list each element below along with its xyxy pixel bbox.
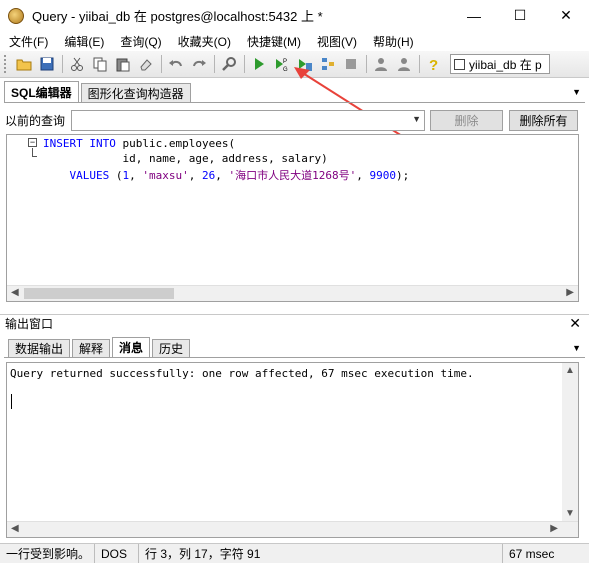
tab-list-dropdown-icon[interactable]: ▼ bbox=[572, 87, 581, 97]
commit-icon[interactable] bbox=[393, 53, 415, 75]
menu-edit[interactable]: 编辑(E) bbox=[56, 33, 112, 50]
help-icon[interactable]: ? bbox=[423, 53, 445, 75]
menu-query[interactable]: 查询(Q) bbox=[112, 33, 169, 50]
stop-icon[interactable] bbox=[340, 53, 362, 75]
status-cursor-position: 行 3，列 17，字符 91 bbox=[139, 543, 503, 563]
menu-file[interactable]: 文件(F) bbox=[0, 33, 56, 50]
execute-to-file-icon[interactable] bbox=[294, 53, 316, 75]
delete-all-button[interactable]: 删除所有 bbox=[509, 109, 578, 131]
explain-icon[interactable] bbox=[317, 53, 339, 75]
scroll-left-icon[interactable]: ◀ bbox=[11, 287, 19, 298]
scroll-left-icon[interactable]: ◀ bbox=[11, 523, 19, 534]
menu-macros[interactable]: 快捷键(M) bbox=[239, 33, 309, 50]
tab-data-output[interactable]: 数据输出 bbox=[8, 339, 71, 357]
messages-horizontal-scrollbar[interactable]: ◀ ▶ bbox=[7, 521, 578, 537]
output-tab-list-dropdown-icon[interactable]: ▼ bbox=[572, 343, 581, 353]
close-button[interactable]: ✕ bbox=[543, 0, 589, 31]
tab-sql-editor[interactable]: SQL编辑器 bbox=[4, 81, 79, 102]
status-message: 一行受到影响。 bbox=[0, 543, 95, 563]
cut-icon[interactable] bbox=[66, 53, 88, 75]
scroll-thumb[interactable] bbox=[24, 288, 174, 299]
copy-icon[interactable] bbox=[89, 53, 111, 75]
database-selector[interactable]: yiibai_db 在 p bbox=[450, 54, 550, 74]
chevron-down-icon: ▼ bbox=[412, 113, 421, 124]
tab-explain[interactable]: 解释 bbox=[72, 339, 111, 357]
code-line-1: INSERT INTO public.employees( bbox=[43, 137, 236, 150]
paste-icon[interactable] bbox=[112, 53, 134, 75]
fold-guide bbox=[32, 148, 37, 157]
sql-editor[interactable]: − INSERT INTO public.employees( id, name… bbox=[6, 134, 579, 302]
execute-pgscript-icon[interactable]: PG bbox=[271, 53, 293, 75]
tab-history[interactable]: 历史 bbox=[152, 339, 191, 357]
redo-icon[interactable] bbox=[188, 53, 210, 75]
output-tab-strip: 数据输出 解释 消息 历史 bbox=[4, 337, 585, 358]
scroll-up-icon[interactable]: ▲ bbox=[565, 365, 575, 376]
execute-icon[interactable] bbox=[248, 53, 270, 75]
previous-queries-row: 以前的查询 ▼ 删除 删除所有 bbox=[0, 108, 589, 132]
code-line-3: VALUES (1, 'maxsu', 26, '海口市人民大道1268号', … bbox=[43, 169, 410, 182]
status-bar: 一行受到影响。 DOS 行 3，列 17，字符 91 67 msec bbox=[0, 543, 589, 563]
status-execution-time: 67 msec bbox=[509, 546, 555, 561]
pgadmin-elephant-icon bbox=[8, 7, 24, 24]
svg-text:P: P bbox=[283, 59, 287, 65]
toolbar: PG ? yiibai_db 在 p bbox=[0, 51, 589, 78]
database-checkbox[interactable] bbox=[454, 58, 465, 70]
text-caret bbox=[11, 394, 12, 409]
database-name: yiibai_db 在 p bbox=[469, 57, 542, 72]
maximize-button[interactable]: ☐ bbox=[497, 0, 543, 31]
delete-button[interactable]: 删除 bbox=[430, 109, 503, 131]
tab-messages[interactable]: 消息 bbox=[112, 337, 151, 357]
output-window-header: 输出窗口 ✕ bbox=[0, 314, 589, 332]
editor-tab-strip: SQL编辑器 图形化查询构造器 bbox=[4, 81, 585, 103]
previous-queries-select[interactable]: ▼ bbox=[71, 109, 425, 131]
previous-queries-label: 以前的查询 bbox=[5, 113, 66, 128]
menu-bar: 文件(F) 编辑(E) 查询(Q) 收藏夹(O) 快捷键(M) 视图(V) 帮助… bbox=[0, 31, 589, 51]
editor-horizontal-scrollbar[interactable]: ◀ ▶ bbox=[7, 285, 578, 301]
scroll-right-icon[interactable]: ▶ bbox=[550, 523, 558, 534]
minimize-button[interactable]: — bbox=[451, 0, 497, 31]
tab-graphical-query-builder[interactable]: 图形化查询构造器 bbox=[80, 83, 191, 102]
fold-collapse-icon[interactable]: − bbox=[28, 138, 37, 147]
menu-help[interactable]: 帮助(H) bbox=[365, 33, 422, 50]
eraser-icon[interactable] bbox=[135, 53, 157, 75]
menu-favourites[interactable]: 收藏夹(O) bbox=[170, 33, 239, 50]
status-encoding: DOS bbox=[95, 543, 139, 563]
explain-analyze-icon[interactable] bbox=[370, 53, 392, 75]
title-bar: Query - yiibai_db 在 postgres@localhost:5… bbox=[0, 0, 589, 31]
svg-text:G: G bbox=[283, 67, 288, 72]
save-icon[interactable] bbox=[36, 53, 58, 75]
toolbar-grip[interactable] bbox=[4, 55, 7, 73]
find-icon[interactable] bbox=[218, 53, 240, 75]
window-title: Query - yiibai_db 在 postgres@localhost:5… bbox=[32, 9, 323, 24]
result-message: Query returned successfully: one row aff… bbox=[10, 367, 474, 380]
open-icon[interactable] bbox=[13, 53, 35, 75]
code-line-2: id, name, age, address, salary) bbox=[43, 152, 328, 165]
messages-pane[interactable]: Query returned successfully: one row aff… bbox=[6, 362, 579, 538]
messages-vertical-scrollbar[interactable]: ▲ ▼ bbox=[562, 363, 578, 521]
scroll-right-icon[interactable]: ▶ bbox=[566, 287, 574, 298]
output-window-title: 输出窗口 bbox=[5, 317, 54, 331]
svg-text:?: ? bbox=[429, 57, 438, 72]
scroll-down-icon[interactable]: ▼ bbox=[565, 508, 575, 519]
menu-view[interactable]: 视图(V) bbox=[309, 33, 365, 50]
undo-icon[interactable] bbox=[165, 53, 187, 75]
output-close-icon[interactable]: ✕ bbox=[569, 315, 581, 332]
